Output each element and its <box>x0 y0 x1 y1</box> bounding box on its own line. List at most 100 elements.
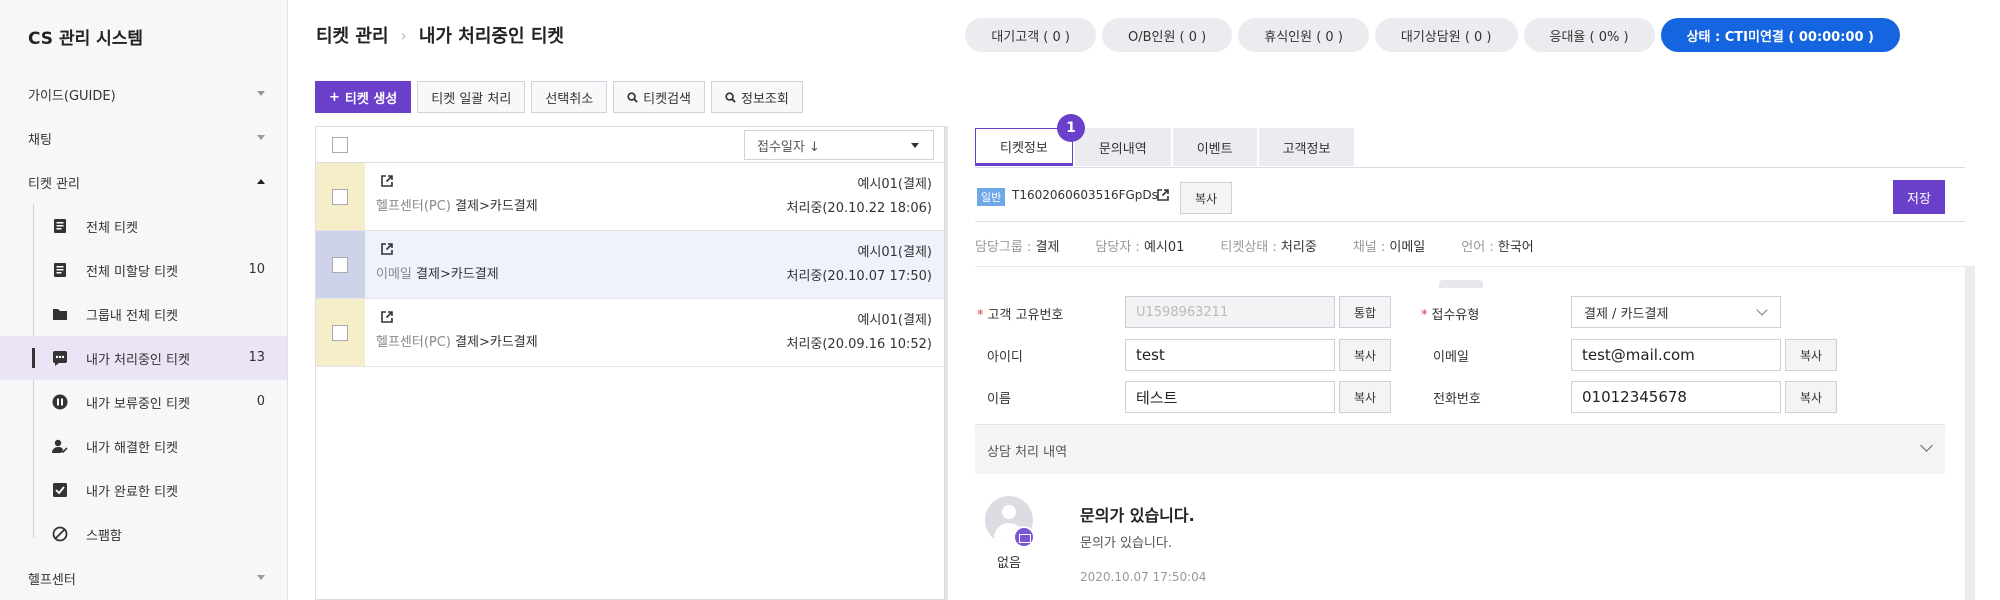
chat-dots-icon <box>53 351 67 366</box>
breadcrumb: 티켓 관리 › 내가 처리중인 티켓 <box>316 22 564 48</box>
name-input[interactable]: 테스트 <box>1125 381 1335 413</box>
chevron-right-icon: › <box>400 25 407 45</box>
ticket-search-label: 티켓검색 <box>643 91 691 107</box>
breadcrumb-parent[interactable]: 티켓 관리 <box>316 22 389 48</box>
tab-underline <box>975 167 1965 168</box>
list-header: 접수일자 ↓ <box>316 127 944 163</box>
required-mark: * <box>977 308 984 323</box>
menu-ticket-label: 티켓 관리 <box>28 176 80 192</box>
merge-button[interactable]: 통합 <box>1339 296 1391 328</box>
scrollbar[interactable] <box>1965 266 1975 600</box>
copy-name-button[interactable]: 복사 <box>1339 381 1391 413</box>
sidebar-item-label: 스팸함 <box>86 528 122 544</box>
external-link-icon[interactable] <box>381 311 393 323</box>
ticket-detail: 티켓정보 문의내역 이벤트 고객정보 1 일반 T1602060603516FG… <box>975 114 1975 600</box>
sidebar-item-group-all[interactable]: 그룹내 전체 티켓 <box>0 292 287 336</box>
meta-assignee-key: 담당자 : <box>1095 240 1144 255</box>
recv-type-label: * 접수유형 <box>1421 304 1479 323</box>
sidebar-item-unassigned[interactable]: 전체 미할당 티켓 10 <box>0 248 287 292</box>
phone-input[interactable]: 01012345678 <box>1571 381 1781 413</box>
email-input[interactable]: test@mail.com <box>1571 339 1781 371</box>
sidebar-item-count: 0 <box>256 394 265 409</box>
history-body: 문의가 있습니다. <box>1080 536 1172 551</box>
ticket-submenu: 전체 티켓 전체 미할당 티켓 10 그룹내 전체 티켓 내가 처리중인 티켓 … <box>0 204 287 556</box>
sort-select[interactable]: 접수일자 ↓ <box>744 130 934 160</box>
cust-id-label-text: 고객 고유번호 <box>987 308 1064 323</box>
create-ticket-button[interactable]: + 티켓 생성 <box>315 81 412 113</box>
ticket-type-tag: 일반 <box>977 188 1006 206</box>
meta-channel: 채널 : 이메일 <box>1353 236 1425 255</box>
create-ticket-label: 티켓 생성 <box>344 91 398 107</box>
select-all-checkbox[interactable] <box>332 137 348 153</box>
search-icon <box>725 91 736 103</box>
row-checkbox[interactable] <box>332 257 348 273</box>
sidebar-item-label: 내가 해결한 티켓 <box>86 440 178 456</box>
recv-type-select[interactable]: 결제 / 카드결제 <box>1571 296 1781 328</box>
toolbar: + 티켓 생성 티켓 일괄 처리 선택취소 티켓검색 정보조회 <box>315 81 803 113</box>
ticket-id: T1602060603516FGpDs <box>1012 188 1158 202</box>
pill-resting-agents: 휴식인원 ( 0 ) <box>1238 18 1369 52</box>
page-title: 내가 처리중인 티켓 <box>418 26 564 47</box>
cti-status-button[interactable]: 상태 : CTI미연결 ( 00:00:00 ) <box>1660 18 1900 52</box>
menu-chat[interactable]: 채팅 <box>0 116 287 160</box>
row-state: 처리중(20.10.07 17:50) <box>786 269 932 284</box>
menu-ticket[interactable]: 티켓 관리 <box>0 160 287 204</box>
row-assignee: 예시01(결제) <box>857 177 932 192</box>
row-checkbox[interactable] <box>332 189 348 205</box>
detail-tabs: 티켓정보 문의내역 이벤트 고객정보 <box>975 128 1355 166</box>
copy-id-button[interactable]: 복사 <box>1339 339 1391 371</box>
history-title: 문의가 있습니다. <box>1080 506 1195 525</box>
row-channel-name: 헬프센터(PC) <box>376 335 451 350</box>
deselect-button[interactable]: 선택취소 <box>531 81 608 113</box>
table-row[interactable]: 이메일 결제>카드결제 예시01(결제) 처리중(20.10.07 17:50) <box>316 231 944 299</box>
tab-events[interactable]: 이벤트 <box>1172 128 1257 166</box>
meta-status: 티켓상태 : 처리중 <box>1220 236 1316 255</box>
row-assignee: 예시01(결제) <box>857 313 932 328</box>
copy-email-button[interactable]: 복사 <box>1785 339 1837 371</box>
tab-customer-info[interactable]: 고객정보 <box>1258 128 1355 166</box>
menu-guide-label: 가이드(GUIDE) <box>28 88 116 104</box>
chevron-down-icon <box>257 575 265 580</box>
meta-group-key: 담당그룹 : <box>975 240 1036 255</box>
folder-icon <box>53 309 67 320</box>
sidebar-item-my-hold[interactable]: 내가 보류중인 티켓 0 <box>0 380 287 424</box>
consult-history-section[interactable]: 상담 처리 내역 <box>975 424 1945 474</box>
external-link-icon[interactable] <box>381 175 393 187</box>
sidebar-item-my-resolved[interactable]: 내가 해결한 티켓 <box>0 424 287 468</box>
sort-select-value: 접수일자 ↓ <box>757 139 820 155</box>
id-input[interactable]: test <box>1125 339 1335 371</box>
batch-process-button[interactable]: 티켓 일괄 처리 <box>417 81 526 113</box>
search-icon <box>627 91 638 103</box>
row-checkbox[interactable] <box>332 325 348 341</box>
user-check-icon <box>52 439 68 454</box>
ticket-id-bar: 일반 T1602060603516FGpDs 복사 <box>975 180 1965 222</box>
copy-phone-button[interactable]: 복사 <box>1785 381 1837 413</box>
menu-guide[interactable]: 가이드(GUIDE) <box>0 72 287 116</box>
tab-inquiry-history[interactable]: 문의내역 <box>1074 128 1171 166</box>
sidebar-item-spam[interactable]: 스팸함 <box>0 512 287 556</box>
panel-splitter[interactable] <box>945 126 948 600</box>
avatar-head <box>1002 505 1016 519</box>
cust-id-label: * 고객 고유번호 <box>977 304 1063 323</box>
info-lookup-label: 정보조회 <box>741 91 789 107</box>
row-category: 결제>카드결제 <box>455 335 538 350</box>
row-assignee: 예시01(결제) <box>857 245 932 260</box>
ticket-search-button[interactable]: 티켓검색 <box>613 81 705 113</box>
meta-status-value: 처리중 <box>1280 240 1317 255</box>
sidebar-item-my-done[interactable]: 내가 완료한 티켓 <box>0 468 287 512</box>
save-button[interactable]: 저장 <box>1893 180 1945 214</box>
external-link-icon[interactable] <box>381 243 393 255</box>
copy-ticket-id-button[interactable]: 복사 <box>1180 182 1232 214</box>
sidebar-item-my-processing[interactable]: 내가 처리중인 티켓 13 <box>0 336 287 380</box>
menu-helpcenter-label: 헬프센터 <box>28 572 76 588</box>
name-label: 이름 <box>987 392 1011 407</box>
status-pills: 대기고객 ( 0 ) O/B인원 ( 0 ) 휴식인원 ( 0 ) 대기상담원 … <box>965 18 1900 52</box>
header: 티켓 관리 › 내가 처리중인 티켓 대기고객 ( 0 ) O/B인원 ( 0 … <box>288 0 2000 72</box>
collapse-handle[interactable] <box>1439 280 1483 288</box>
info-lookup-button[interactable]: 정보조회 <box>711 81 803 113</box>
menu-helpcenter[interactable]: 헬프센터 <box>0 556 287 600</box>
external-link-icon[interactable] <box>1157 189 1169 201</box>
table-row[interactable]: 헬프센터(PC) 결제>카드결제 예시01(결제) 처리중(20.10.22 1… <box>316 163 944 231</box>
table-row[interactable]: 헬프센터(PC) 결제>카드결제 예시01(결제) 처리중(20.09.16 1… <box>316 299 944 367</box>
sidebar-item-all-tickets[interactable]: 전체 티켓 <box>0 204 287 248</box>
